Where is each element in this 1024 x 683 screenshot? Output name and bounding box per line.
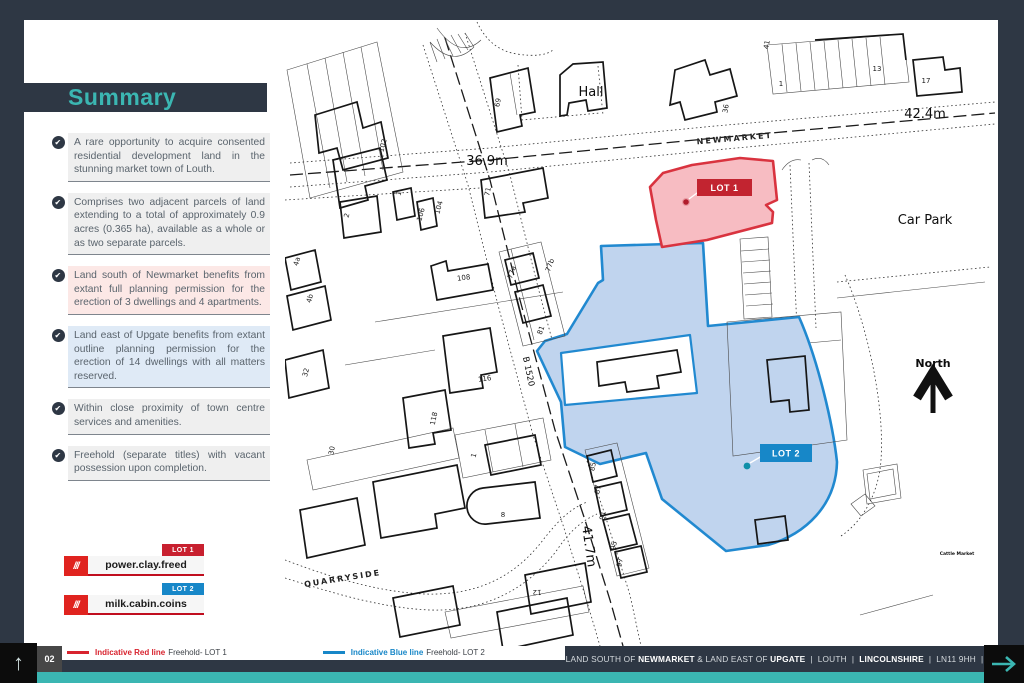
up-arrow-button[interactable]: ↑: [0, 643, 37, 683]
map-label-424m: 42.4m: [904, 107, 946, 122]
house-number: 69: [493, 97, 503, 107]
house-number: 104: [433, 199, 444, 215]
footer-title-segment: LAND SOUTH OF: [566, 654, 638, 664]
footer-title-segment: | LN11 9HH |: [924, 654, 983, 664]
house-number: 17: [922, 77, 931, 85]
house-number: 71: [483, 186, 493, 196]
check-icon: [52, 196, 65, 209]
brochure-page: LOT 1 LOT 2 Hall NEWMARKET 36.9m 42.4m C…: [24, 20, 998, 660]
teal-accent-bar: [37, 672, 984, 683]
summary-bullet-text: Land east of Upgate benefits from extant…: [68, 326, 270, 388]
footer-title-segment: LINCOLNSHIRE: [859, 654, 924, 664]
house-number: 4a: [292, 256, 302, 267]
house-number: 32: [301, 367, 311, 378]
map-label-b1520: B 1520: [520, 356, 536, 388]
legend-blue-suffix: Freehold- LOT 2: [426, 648, 485, 657]
map-label-carpark: Car Park: [898, 213, 953, 228]
house-number: 87: [593, 484, 603, 494]
house-number: 97: [615, 557, 625, 567]
legend-red-suffix: Freehold- LOT 1: [168, 648, 227, 657]
site-map: LOT 1 LOT 2 Hall NEWMARKET 36.9m 42.4m C…: [285, 20, 998, 646]
lot1-badge-label: LOT 1: [710, 183, 738, 193]
map-label-quarryside: QUARRYSIDE: [304, 568, 382, 589]
legend-red-label: Indicative Red line: [95, 648, 165, 657]
footer-title-segment: NEWMARKET: [638, 654, 695, 664]
house-number: 30: [327, 445, 337, 455]
w3w-address-lot2: milk.cabin.coins: [88, 595, 204, 615]
summary-bullet: Freehold (separate titles) with vacant p…: [52, 446, 270, 481]
house-number: 4b: [305, 293, 315, 304]
north-arrow-icon: [917, 372, 949, 413]
next-page-button[interactable]: [984, 645, 1024, 683]
summary-bullet: A rare opportunity to acquire consented …: [52, 133, 270, 182]
summary-bullet: Comprises two adjacent parcels of land e…: [52, 193, 270, 255]
house-number: 13: [873, 65, 882, 73]
summary-bullet-text: Comprises two adjacent parcels of land e…: [68, 193, 270, 255]
house-number: 1: [470, 452, 479, 458]
summary-list: A rare opportunity to acquire consented …: [52, 133, 270, 481]
lot2-badge-label: LOT 2: [772, 449, 800, 459]
hatched-strip: [445, 586, 589, 638]
footer-title-segment: UPGATE: [770, 654, 805, 664]
page-number: 02: [37, 646, 62, 672]
house-number: 12: [532, 588, 541, 596]
summary-bullet: Land south of Newmarket benefits from ex…: [52, 266, 270, 315]
house-number: 1: [779, 80, 783, 88]
footer-title-segment: | LOUTH |: [805, 654, 859, 664]
footer-title: LAND SOUTH OF NEWMARKET & LAND EAST OF U…: [565, 646, 984, 672]
map-label-newmarket: NEWMARKET: [696, 131, 773, 147]
w3w-row-lot1[interactable]: /// power.clay.freed: [64, 556, 204, 576]
what3words-icon: ///: [64, 556, 88, 576]
house-number: 2: [343, 212, 352, 218]
right-arrow-icon: [990, 655, 1018, 673]
w3w-address-lot1: power.clay.freed: [88, 556, 204, 576]
house-number: 41: [762, 40, 771, 50]
check-icon: [52, 269, 65, 282]
buildings-northwest: [287, 28, 481, 208]
map-legend: Indicative Red line Freehold- LOT 1 Indi…: [67, 646, 485, 658]
house-number: 36: [721, 103, 731, 114]
legend-blue-label: Indicative Blue line: [351, 648, 423, 657]
map-label-369m: 36.9m: [466, 154, 508, 169]
check-icon: [52, 136, 65, 149]
what3words-icon: ///: [64, 595, 88, 615]
house-number: 77b: [544, 257, 556, 273]
map-label-cattle-market: Cattle Market: [940, 551, 975, 557]
summary-title-bar: Summary: [24, 83, 267, 112]
up-arrow-icon: ↑: [13, 650, 24, 676]
check-icon: [52, 449, 65, 462]
house-number: 118: [429, 411, 440, 426]
summary-bullet-text: A rare opportunity to acquire consented …: [68, 133, 270, 182]
summary-bullet-text: Within close proximity of town centre se…: [68, 399, 270, 434]
road-newmarket: [285, 102, 995, 200]
house-number: 1: [395, 190, 404, 196]
house-number: 85: [588, 461, 598, 471]
lot1-chip: LOT 1: [162, 544, 204, 556]
buildings-southwest: [300, 465, 591, 646]
house-number: 108: [457, 273, 471, 283]
map-label-north: North: [915, 357, 950, 370]
check-icon: [52, 329, 65, 342]
summary-bullet-text: Freehold (separate titles) with vacant p…: [68, 446, 270, 481]
map-canvas: LOT 1 LOT 2 Hall NEWMARKET 36.9m 42.4m C…: [285, 20, 998, 646]
summary-bullet-text: Land south of Newmarket benefits from ex…: [68, 266, 270, 315]
map-label-hall: Hall: [579, 85, 604, 100]
house-number: 77a: [506, 265, 518, 280]
lot2-chip: LOT 2: [162, 583, 204, 595]
footer-title-segment: & LAND EAST OF: [695, 654, 770, 664]
lot1-boundary[interactable]: [650, 158, 777, 247]
map-label-417m: 41.7m: [578, 525, 599, 568]
w3w-row-lot2[interactable]: /// milk.cabin.coins: [64, 595, 204, 615]
buildings-west: [285, 188, 551, 478]
house-number: 8: [501, 511, 505, 519]
page-title: Summary: [68, 84, 176, 111]
summary-bullet: Land east of Upgate benefits from extant…: [52, 326, 270, 388]
summary-bullet: Within close proximity of town centre se…: [52, 399, 270, 434]
house-number: 116: [478, 374, 493, 384]
blue-line-swatch: [323, 651, 345, 654]
house-number: 81: [536, 325, 547, 336]
check-icon: [52, 402, 65, 415]
red-line-swatch: [67, 651, 89, 654]
